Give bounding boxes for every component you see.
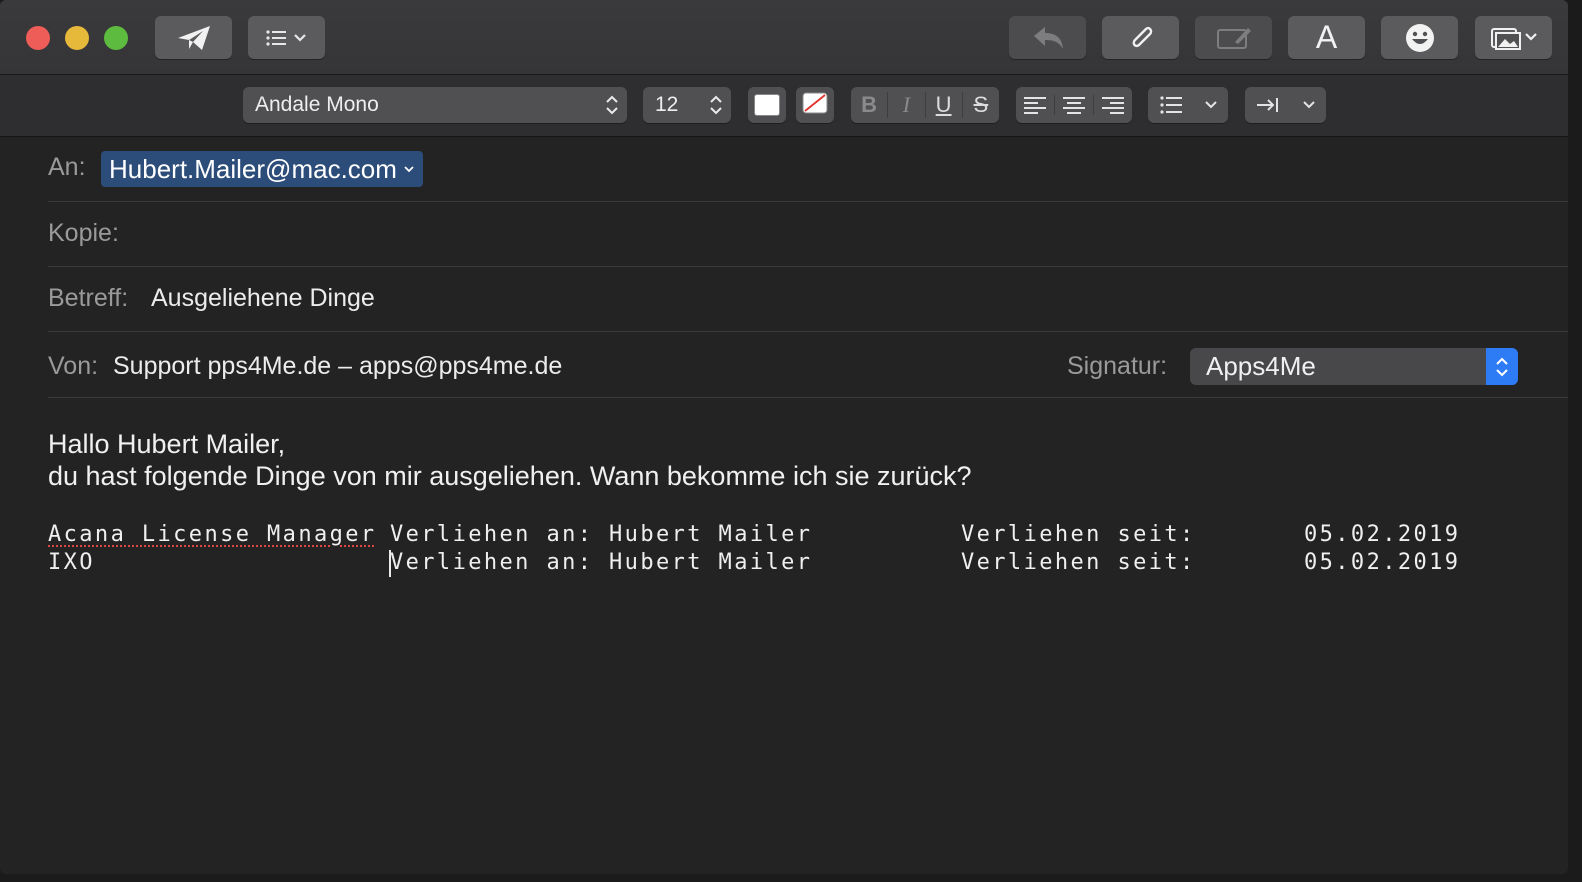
font-size-select[interactable]: 12 <box>643 87 731 123</box>
align-left-icon <box>1024 97 1046 114</box>
align-center-icon <box>1063 97 1085 114</box>
send-button[interactable] <box>155 16 232 59</box>
lent-date: 05.02.2019 <box>1304 550 1461 575</box>
lent-since-label: Verliehen seit: <box>961 522 1196 547</box>
font-family-value: Andale Mono <box>255 93 379 116</box>
paper-plane-icon <box>176 24 212 52</box>
from-field: Von: Support pps4Me.de – apps@pps4me.de … <box>48 332 1568 398</box>
message-body[interactable]: Hallo Hubert Mailer, du hast folgende Di… <box>48 428 1548 577</box>
photo-browser-button[interactable] <box>1475 16 1552 59</box>
lent-to: Verliehen an: Hubert Mailer <box>390 522 813 547</box>
bullet-list-icon <box>1159 96 1182 114</box>
smiley-icon <box>1404 22 1436 54</box>
markup-button[interactable] <box>1195 16 1272 59</box>
indent-icon <box>1257 98 1279 112</box>
to-label: An: <box>48 153 86 181</box>
font-size-value: 12 <box>655 93 679 116</box>
subject-label: Betreff: <box>48 284 129 312</box>
format-button[interactable]: A <box>1288 16 1365 59</box>
chevron-down-icon <box>404 166 414 173</box>
signature-select[interactable]: Apps4Me <box>1190 348 1518 385</box>
align-center-button[interactable] <box>1055 95 1094 115</box>
align-right-button[interactable] <box>1094 95 1132 115</box>
text-color-swatch <box>754 94 780 116</box>
lent-since-label: Verliehen seit: <box>961 550 1196 575</box>
lent-date: 05.02.2019 <box>1304 522 1461 547</box>
zoom-button[interactable] <box>104 26 128 50</box>
background-color-button[interactable] <box>796 87 834 123</box>
photo-browser-icon <box>1488 24 1540 52</box>
bold-button[interactable]: B <box>851 92 889 118</box>
select-stepper-icon <box>709 93 723 123</box>
underline-button[interactable]: U <box>926 92 963 118</box>
no-color-swatch-icon <box>802 92 828 119</box>
item-name: IXO <box>48 550 95 575</box>
header-fields-button[interactable] <box>248 16 325 59</box>
cc-field[interactable]: Kopie: <box>48 202 1568 267</box>
format-label: A <box>1315 19 1338 55</box>
select-stepper-icon <box>1486 348 1518 385</box>
subject-field[interactable]: Betreff: Ausgeliehene Dinge <box>48 267 1568 332</box>
toolbar: A <box>0 0 1568 75</box>
italic-button[interactable]: I <box>888 92 926 118</box>
chevron-down-icon <box>1303 101 1315 109</box>
list-icon <box>264 28 310 48</box>
cc-label: Kopie: <box>48 219 119 247</box>
subject-value[interactable]: Ausgeliehene Dinge <box>151 284 375 313</box>
reply-arrow-icon <box>1030 24 1066 52</box>
greeting-line: Hallo Hubert Mailer, <box>48 429 286 459</box>
signature-label: Signatur: <box>1067 352 1168 380</box>
reply-button[interactable] <box>1009 16 1086 59</box>
from-value[interactable]: Support pps4Me.de – apps@pps4me.de <box>113 352 562 381</box>
format-bar: Andale Mono 12 B I U S <box>0 75 1568 137</box>
lent-to: Verliehen an: Hubert Mailer <box>390 550 813 575</box>
recipient-token[interactable]: Hubert.Mailer@mac.com <box>101 151 423 187</box>
body-text-line: du hast folgende Dinge von mir ausgelieh… <box>48 461 972 491</box>
close-button[interactable] <box>26 26 50 50</box>
from-label: Von: <box>48 352 99 380</box>
strikethrough-button[interactable]: S <box>963 92 999 118</box>
align-left-button[interactable] <box>1016 95 1055 115</box>
text-caret <box>389 550 391 577</box>
signature-value: Apps4Me <box>1206 351 1316 381</box>
indent-button[interactable] <box>1245 87 1326 123</box>
alignment-group <box>1016 87 1132 123</box>
align-right-icon <box>1102 97 1124 114</box>
select-stepper-icon <box>605 93 619 123</box>
font-family-select[interactable]: Andale Mono <box>243 87 627 123</box>
to-field: An: Hubert.Mailer@mac.com <box>48 137 1568 202</box>
text-color-button[interactable] <box>748 87 786 123</box>
text-style-group: B I U S <box>851 87 999 123</box>
markup-icon <box>1215 24 1253 52</box>
paperclip-icon <box>1126 23 1156 53</box>
chevron-down-icon <box>1204 101 1217 109</box>
attach-button[interactable] <box>1102 16 1179 59</box>
item-name: Acana License Manager <box>48 522 377 547</box>
emoji-button[interactable] <box>1381 16 1458 59</box>
minimize-button[interactable] <box>65 26 89 50</box>
recipient-address: Hubert.Mailer@mac.com <box>109 153 397 184</box>
mail-compose-window: A Andale Mono 12 B I U S An: Hubert.Mail… <box>0 0 1568 874</box>
list-style-button[interactable] <box>1148 87 1228 123</box>
